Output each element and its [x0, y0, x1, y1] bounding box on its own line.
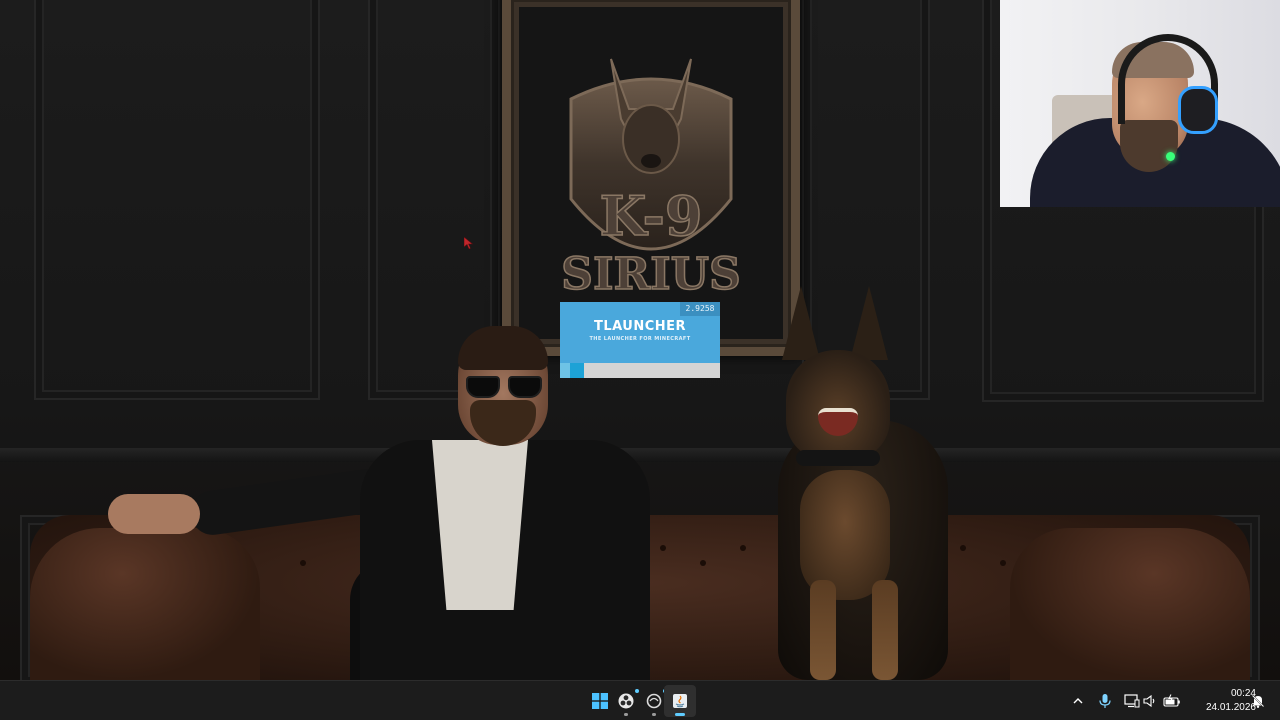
- tray-microphone[interactable]: [1095, 691, 1115, 711]
- splash-title: TLAUNCHER: [593, 319, 687, 334]
- sofa-arm-right: [1010, 528, 1250, 680]
- chevron-up-icon: [1073, 698, 1083, 704]
- speaker-icon: [1143, 694, 1155, 708]
- running-indicator: [652, 713, 656, 716]
- man-hand: [108, 494, 200, 534]
- arrow-cursor-icon: [464, 237, 474, 249]
- network-icon: [1124, 694, 1140, 708]
- taskbar: 00:24 24.01.2026: [0, 680, 1280, 720]
- splash-subtitle: THE LAUNCHER FOR MINECRAFT: [589, 336, 691, 342]
- dog-head: [786, 350, 890, 460]
- dog-leg-left: [810, 580, 836, 680]
- windows-start-icon: [592, 693, 608, 709]
- notification-bell-icon: [1251, 694, 1265, 708]
- battery-icon: [1163, 694, 1180, 707]
- emblem-text-sirius: SIRIUS: [561, 249, 741, 300]
- progress-highlight: [560, 363, 570, 378]
- running-indicator: [624, 713, 628, 716]
- headset-mic-light: [1166, 152, 1175, 161]
- wall-panel-left: [34, 0, 320, 400]
- active-indicator: [675, 713, 685, 716]
- sofa-arm-left: [30, 528, 260, 680]
- tray-battery[interactable]: [1162, 691, 1182, 711]
- wall-rail: [0, 448, 1280, 462]
- sunglasses: [466, 376, 544, 398]
- clock-time: 00:24: [1230, 688, 1256, 699]
- circle-app-icon: [646, 693, 662, 709]
- emblem-text-k9: K-9: [600, 184, 703, 248]
- clock-date: 24.01.2026: [1205, 702, 1256, 713]
- system-clock[interactable]: 00:24 24.01.2026: [1184, 687, 1256, 715]
- progress-track: [560, 363, 720, 378]
- webcam-overlay: [1000, 0, 1280, 207]
- tray-network[interactable]: [1122, 691, 1142, 711]
- k9-emblem-icon: K-9 SIRIUS: [560, 58, 742, 301]
- progress-bar-fill: [570, 363, 584, 378]
- tray-volume[interactable]: [1140, 691, 1160, 711]
- dog-leg-right: [872, 580, 898, 680]
- splash-version: 2.9258: [680, 302, 720, 316]
- taskbar-app-java[interactable]: [664, 685, 696, 717]
- dog-collar: [796, 450, 880, 466]
- microphone-icon: [1099, 694, 1111, 708]
- tray-notifications[interactable]: [1248, 691, 1268, 711]
- headset-earcup: [1178, 86, 1218, 134]
- man-shirt: [432, 440, 528, 610]
- obs-icon: [618, 693, 634, 709]
- tlauncher-splash-window[interactable]: 2.9258 TLAUNCHER THE LAUNCHER FOR MINECR…: [560, 302, 720, 378]
- java-icon: [673, 694, 687, 708]
- tray-overflow-button[interactable]: [1068, 691, 1088, 711]
